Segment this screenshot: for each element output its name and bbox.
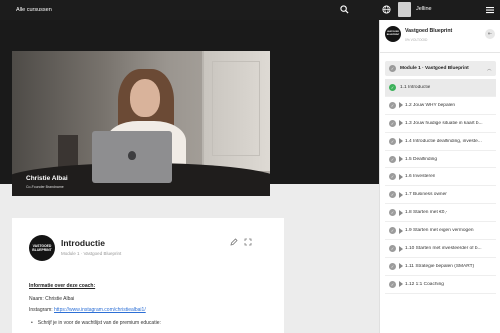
- play-icon: [399, 191, 403, 198]
- lesson-item-1-12[interactable]: ✓ 1.12 1:1 Coaching: [385, 276, 496, 294]
- lesson-item-1-1[interactable]: ✓ 1.1 Introductie: [385, 79, 496, 97]
- lesson-item-1-11[interactable]: ✓ 1.11 Strategie bepalen (SMART): [385, 258, 496, 276]
- check-icon: ✓: [389, 280, 396, 288]
- logo-text-line2: BLUEPRINT: [32, 248, 52, 252]
- coach-instagram: Instagram: https://www.instagram.com/chr…: [29, 307, 146, 313]
- play-icon: [399, 245, 403, 252]
- lesson-item-1-5[interactable]: ✓ 1.5 Dealfinding: [385, 151, 496, 169]
- lesson-item-1-6[interactable]: ✓ 1.6 Investeren: [385, 168, 496, 187]
- lesson-label: 1.5 Dealfinding: [405, 156, 438, 162]
- divider: [380, 52, 500, 53]
- course-progress: 0% VOLTOOID: [405, 38, 428, 42]
- course-logo: VASTGOED BLUEPRINT: [385, 26, 401, 42]
- module-header[interactable]: ✓ Module 1 · Vastgoed Blueprint ︿: [385, 61, 496, 76]
- check-icon: ✓: [389, 84, 396, 91]
- course-sidebar: VASTGOED BLUEPRINT Vastgoed Blueprint 0%…: [379, 20, 500, 333]
- module-label: Module 1 · Vastgoed Blueprint: [400, 65, 469, 71]
- top-bar: Alle cursussen Jelline: [0, 0, 500, 20]
- hamburger-menu-icon[interactable]: [486, 6, 494, 14]
- check-icon: ✓: [389, 245, 396, 253]
- lesson-item-1-7[interactable]: ✓ 1.7 Business owner: [385, 186, 496, 205]
- lesson-label: 1.4 Introductie dealfinding, investe...: [405, 138, 482, 144]
- lesson-label: 1.2 Jouw WHY bepalen: [405, 102, 456, 108]
- presenter-face: [130, 79, 160, 117]
- course-title: Vastgoed Blueprint: [405, 28, 453, 34]
- play-icon: [399, 281, 403, 288]
- presenter-subtitle: Co-Founder Brandname: [26, 185, 64, 189]
- expand-icon[interactable]: [244, 238, 252, 246]
- lesson-item-1-4[interactable]: ✓ 1.4 Introductie dealfinding, investe..…: [385, 133, 496, 151]
- lesson-item-1-2[interactable]: ✓ 1.2 Jouw WHY bepalen: [385, 97, 496, 115]
- check-icon: ✓: [389, 227, 396, 235]
- coach-info-heading: Informatie over deze coach:: [29, 283, 96, 289]
- play-icon: [399, 138, 403, 145]
- lesson-item-1-3[interactable]: ✓ 1.3 Jouw huidige situatie in kaart b..…: [385, 115, 496, 133]
- check-icon: ✓: [389, 209, 396, 217]
- lesson-label: 1.8 Starten met €0,-: [405, 210, 448, 216]
- globe-icon[interactable]: [382, 5, 391, 14]
- chevron-up-icon[interactable]: ︿: [487, 66, 492, 72]
- play-icon: [399, 263, 403, 270]
- course-logo: VASTGOED BLUEPRINT: [29, 235, 55, 261]
- lesson-item-1-10[interactable]: ✓ 1.10 Starten met investeerder of b...: [385, 240, 496, 258]
- lesson-label: 1.1 Introductie: [400, 85, 431, 90]
- check-icon: ✓: [389, 262, 396, 270]
- play-icon: [399, 227, 403, 234]
- all-courses-link[interactable]: Alle cursussen: [16, 7, 52, 13]
- video-door-panel: [212, 61, 260, 156]
- search-icon[interactable]: [340, 5, 349, 14]
- list-item: Schrijf je in voor de wachtlijst van de …: [31, 320, 161, 326]
- instagram-label: Instagram:: [29, 307, 55, 313]
- lesson-label: 1.7 Business owner: [405, 192, 447, 198]
- lesson-list: ✓ 1.1 Introductie ✓ 1.2 Jouw WHY bepalen…: [385, 79, 496, 294]
- check-icon: ✓: [389, 119, 396, 127]
- apple-logo-icon: [128, 151, 136, 160]
- coach-name: Naam: Christie Albai: [29, 296, 75, 302]
- lesson-label: 1.11 Strategie bepalen (SMART): [405, 263, 475, 269]
- play-icon: [399, 120, 403, 127]
- avatar[interactable]: [398, 2, 411, 17]
- lesson-label: 1.6 Investeren: [405, 174, 436, 180]
- lesson-label: 1.10 Starten met investeerder of b...: [405, 246, 482, 252]
- logo-text-line2: BLUEPRINT: [386, 34, 400, 36]
- check-icon: ✓: [389, 173, 396, 181]
- video-area: Christie Albai Co-Founder Brandname: [0, 20, 379, 196]
- lesson-item-1-8[interactable]: ✓ 1.8 Starten met €0,-: [385, 204, 496, 223]
- collapse-sidebar-button[interactable]: ⇤: [485, 29, 495, 39]
- lesson-card: VASTGOED BLUEPRINT Introductie Module 1 …: [12, 218, 284, 333]
- edit-icon[interactable]: [230, 238, 238, 246]
- lesson-item-1-9[interactable]: ✓ 1.9 Starten met eigen vermogen: [385, 222, 496, 241]
- lesson-title: Introductie: [61, 238, 105, 248]
- play-icon: [399, 102, 403, 109]
- check-icon: ✓: [389, 155, 396, 163]
- lesson-subtitle: Module 1 · Vastgoed Blueprint: [61, 251, 122, 256]
- play-icon: [399, 173, 403, 180]
- lesson-label: 1.9 Starten met eigen vermogen: [405, 228, 474, 234]
- video-player[interactable]: Christie Albai Co-Founder Brandname: [12, 51, 270, 196]
- check-icon: ✓: [389, 65, 396, 72]
- play-icon: [399, 209, 403, 216]
- check-icon: ✓: [389, 191, 396, 199]
- play-icon: [399, 156, 403, 163]
- lesson-label: 1.3 Jouw huidige situatie in kaart b...: [405, 120, 483, 126]
- check-icon: ✓: [389, 101, 396, 109]
- lesson-label: 1.12 1:1 Coaching: [405, 281, 444, 287]
- course-header: VASTGOED BLUEPRINT Vastgoed Blueprint 0%…: [380, 20, 500, 50]
- user-name[interactable]: Jelline: [416, 6, 432, 12]
- presenter-name: Christie Albai: [26, 175, 68, 182]
- check-icon: ✓: [389, 137, 396, 145]
- instagram-link[interactable]: https://www.instagram.com/christiealbai1…: [54, 307, 146, 313]
